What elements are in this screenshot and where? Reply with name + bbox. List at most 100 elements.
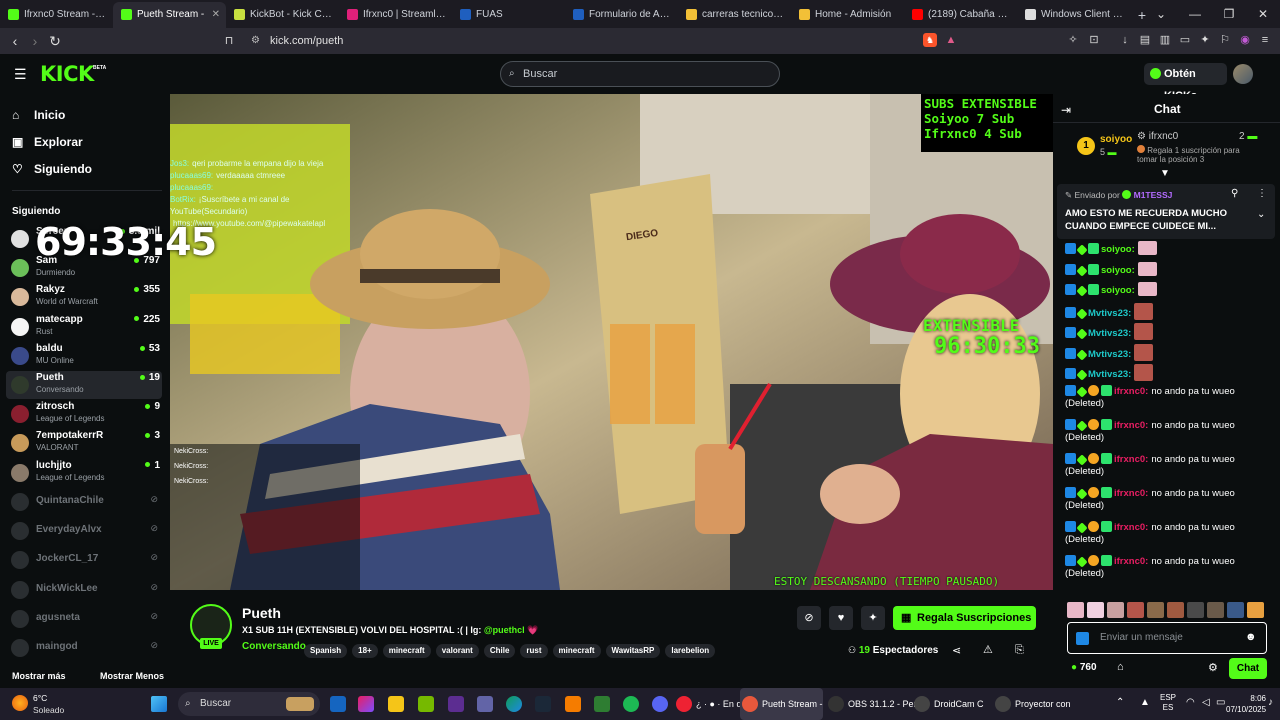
browser-tab[interactable]: FUAS bbox=[452, 2, 565, 28]
close-tab-icon[interactable]: ✕ bbox=[212, 2, 220, 28]
show-less-link[interactable]: Mostrar Menos bbox=[100, 671, 164, 681]
show-more-link[interactable]: Mostrar más bbox=[12, 671, 66, 681]
following-item[interactable]: baldu MU Online 53 bbox=[6, 342, 162, 370]
quick-emote-icon[interactable] bbox=[1227, 602, 1244, 618]
stream-tag[interactable]: valorant bbox=[435, 644, 479, 658]
address-bar[interactable]: ⚙ kick.com/pueth bbox=[243, 31, 963, 51]
store-icon[interactable]: ⌂ bbox=[1117, 661, 1124, 673]
taskbar-app[interactable]: Pueth Stream - bbox=[740, 688, 823, 720]
battery-icon[interactable]: ▭ bbox=[1216, 697, 1225, 708]
bookmarks-panel-icon[interactable]: ▤ bbox=[1138, 33, 1152, 47]
reload-icon[interactable]: ↻ bbox=[46, 32, 64, 50]
video-player[interactable]: Jos3: qeri probarme la empana dijo la vie… bbox=[170, 94, 1053, 590]
teams-icon[interactable] bbox=[477, 696, 493, 712]
stream-tag[interactable]: WawitasRP bbox=[605, 644, 661, 658]
stream-tag[interactable]: minecraft bbox=[382, 644, 431, 658]
edge-icon[interactable] bbox=[506, 696, 522, 712]
chat-settings-icon[interactable]: ⚙ bbox=[1208, 661, 1218, 674]
clip-icon[interactable]: ⎘ bbox=[1015, 644, 1024, 657]
browser-tab[interactable]: (2189) Cabaña acogedo bbox=[904, 2, 1017, 28]
chat-username[interactable]: ifrxnc0: bbox=[1114, 556, 1148, 567]
hamburger-menu-icon[interactable]: ☰ bbox=[14, 66, 27, 83]
menu-icon[interactable]: ≡ bbox=[1258, 33, 1272, 47]
following-item[interactable]: Rakyz World of Warcraft 355 bbox=[6, 283, 162, 311]
chat-username[interactable]: Mvtivs23: bbox=[1088, 369, 1131, 380]
leo-ai-icon[interactable]: ✦ bbox=[1198, 33, 1212, 47]
brave-shields-icon[interactable]: ♞ bbox=[923, 33, 937, 47]
rank-1-user[interactable]: soiyoo bbox=[1100, 134, 1132, 145]
pinned-more-icon[interactable]: ⋮ bbox=[1257, 188, 1267, 199]
browser-tab[interactable]: Windows Client | Droid bbox=[1017, 2, 1130, 28]
collapse-chat-icon[interactable]: ⇥ bbox=[1061, 103, 1071, 117]
language-indicator[interactable]: ESP ES bbox=[1160, 693, 1176, 713]
offline-channel-item[interactable]: maingod ⊘ bbox=[6, 634, 162, 662]
follow-heart-icon[interactable]: ♥ bbox=[829, 606, 853, 630]
following-item[interactable]: zitrosch League of Legends 9 bbox=[6, 400, 162, 428]
mute-notifications-icon[interactable]: ⊘ bbox=[797, 606, 821, 630]
chat-username[interactable]: ifrxnc0: bbox=[1114, 386, 1148, 397]
user-avatar[interactable] bbox=[1233, 64, 1253, 84]
minimize-icon[interactable]: — bbox=[1178, 0, 1212, 28]
kicks-balance[interactable]: ● 760 bbox=[1071, 662, 1097, 673]
chat-username[interactable]: soiyoo: bbox=[1101, 265, 1135, 276]
tab-list-icon[interactable]: ⌄ bbox=[1144, 0, 1178, 28]
chat-username[interactable]: ifrxnc0: bbox=[1114, 454, 1148, 465]
taskbar-search[interactable]: ⌕ Buscar bbox=[178, 692, 320, 716]
instagram-link[interactable]: @puethcl bbox=[484, 625, 525, 635]
quick-emote-icon[interactable] bbox=[1207, 602, 1224, 618]
stream-tag[interactable]: Chile bbox=[483, 644, 516, 658]
stream-tag[interactable]: Spanish bbox=[304, 644, 348, 658]
restore-icon[interactable]: ❐ bbox=[1212, 0, 1246, 28]
browser-tab[interactable]: Ifrxnc0 | Streamloots | bbox=[339, 2, 452, 28]
nav-explore[interactable]: ▣ Explorar bbox=[12, 135, 83, 149]
following-item[interactable]: matecapp Rust 225 bbox=[6, 313, 162, 341]
report-icon[interactable]: ⚠ bbox=[983, 643, 993, 656]
unpin-icon[interactable]: ⚲ bbox=[1231, 188, 1238, 199]
weather-icon[interactable] bbox=[12, 695, 28, 711]
browser-tab[interactable]: Pueth Stream - ✕ bbox=[113, 2, 226, 28]
clock[interactable]: 8:06 07/10/2025 bbox=[1226, 693, 1266, 715]
steam-icon[interactable] bbox=[535, 696, 551, 712]
stream-category[interactable]: Conversando bbox=[242, 641, 306, 652]
chat-username[interactable]: ifrxnc0: bbox=[1114, 488, 1148, 499]
quick-emote-icon[interactable] bbox=[1247, 602, 1264, 618]
taskbar-app[interactable]: Proyector con bbox=[993, 688, 1071, 720]
profile-icon[interactable]: ◉ bbox=[1238, 33, 1252, 47]
following-item[interactable]: Pueth Conversando 19 bbox=[6, 371, 162, 399]
offline-channel-item[interactable]: EverydayAlvx ⊘ bbox=[6, 517, 162, 545]
rank-2-user[interactable]: ⚙ ifrxnc0 bbox=[1137, 131, 1178, 142]
file-explorer-icon[interactable] bbox=[388, 696, 404, 712]
following-item[interactable]: 7empotakerrR VALORANT 3 bbox=[6, 429, 162, 457]
windows-start-icon[interactable] bbox=[151, 696, 167, 712]
nav-home[interactable]: ⌂ Inicio bbox=[12, 108, 65, 122]
search-input[interactable]: ⌕ Buscar bbox=[500, 61, 780, 87]
stream-tag[interactable]: larebelion bbox=[665, 644, 716, 658]
visual-studio-icon[interactable] bbox=[448, 696, 464, 712]
chat-username[interactable]: soiyoo: bbox=[1101, 244, 1135, 255]
chat-username[interactable]: Mvtivs23: bbox=[1088, 308, 1131, 319]
gift-subs-button[interactable]: ▦ Regala Suscripciones bbox=[893, 606, 1036, 630]
streamer-name[interactable]: Pueth bbox=[242, 605, 281, 621]
taskbar-app[interactable]: OBS 31.1.2 - Per bbox=[826, 688, 917, 720]
quick-emote-icon[interactable] bbox=[1067, 602, 1084, 618]
nav-following[interactable]: ♡ Siguiendo bbox=[12, 162, 92, 176]
tray-app-icon[interactable]: ▲ bbox=[1140, 697, 1150, 708]
browser-tab[interactable]: Formulario de Acredita bbox=[565, 2, 678, 28]
stream-tag[interactable]: 18+ bbox=[352, 644, 378, 658]
volume-icon[interactable]: ◁ bbox=[1202, 697, 1210, 708]
brave-rewards-icon[interactable]: ▲ bbox=[944, 33, 958, 47]
tray-overflow-icon[interactable]: ⌃ bbox=[1116, 697, 1124, 708]
sidebar-icon[interactable]: ▥ bbox=[1158, 33, 1172, 47]
chat-username[interactable]: Mvtivs23: bbox=[1088, 349, 1131, 360]
wifi-icon[interactable]: ◠ bbox=[1186, 697, 1195, 708]
discord-icon[interactable] bbox=[652, 696, 668, 712]
vpn-icon[interactable]: ⚐ bbox=[1218, 33, 1232, 47]
chat-username[interactable]: Mvtivs23: bbox=[1088, 328, 1131, 339]
notification-bell-icon[interactable]: ♪ bbox=[1268, 697, 1273, 708]
browser-tab[interactable]: Home - Admisión bbox=[791, 2, 904, 28]
chat-username[interactable]: ifrxnc0: bbox=[1114, 522, 1148, 533]
taskbar-app[interactable]: DroidCam C bbox=[912, 688, 984, 720]
wallet-icon[interactable]: ▭ bbox=[1178, 33, 1192, 47]
offline-channel-item[interactable]: JockerCL_17 ⊘ bbox=[6, 546, 162, 574]
bookmark-icon[interactable]: ⊓ bbox=[220, 32, 238, 50]
